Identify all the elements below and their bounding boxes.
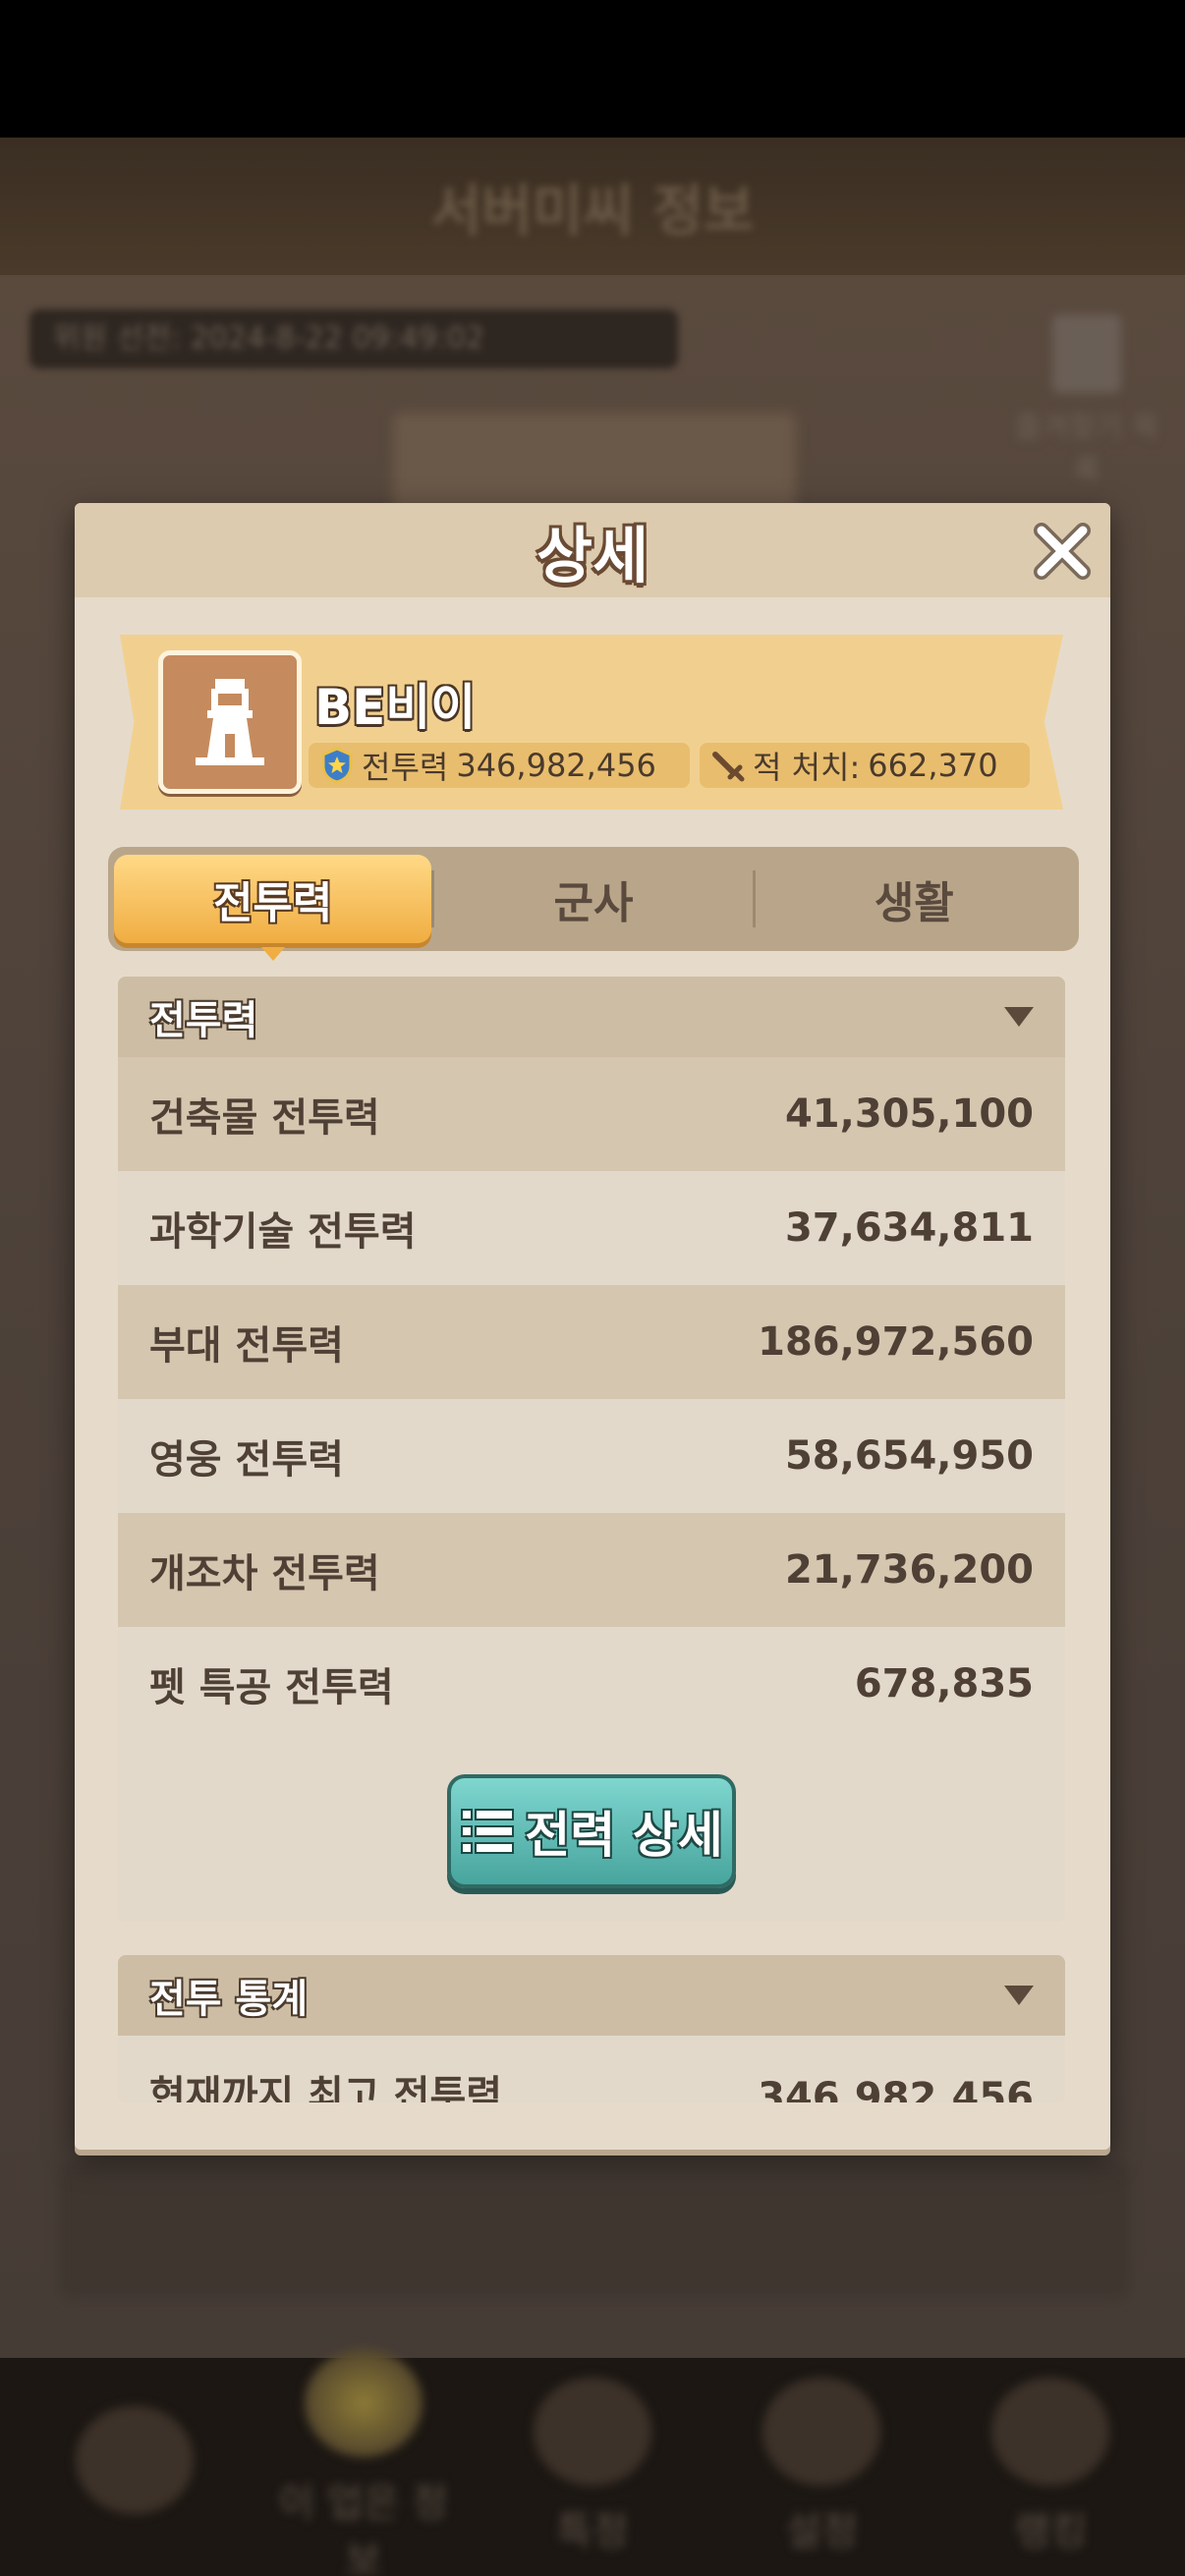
bottom-nav: 이 업은 정보 특정 설정 랭킹 bbox=[0, 2349, 1185, 2576]
kills-stat: 적 처치: 662,370 bbox=[700, 743, 1030, 788]
table-row: 과학기술 전투력 37,634,811 bbox=[118, 1171, 1065, 1285]
background-side-label: 즐겨찾기 목록 bbox=[1014, 411, 1159, 488]
caret-down-icon bbox=[1004, 1007, 1034, 1027]
battle-stats-title: 전투 통계 bbox=[149, 1977, 309, 2022]
power-section-header[interactable]: 전투력 bbox=[118, 977, 1065, 1057]
row-label: 과학기술 전투력 bbox=[149, 1209, 417, 1255]
table-row: 현재까지 최고 전투력 346,982,456 bbox=[118, 2036, 1065, 2102]
sword-icon bbox=[712, 752, 745, 782]
shield-icon bbox=[321, 747, 353, 784]
status-bar-area bbox=[0, 0, 1185, 138]
nav-item-back bbox=[36, 2406, 233, 2528]
row-label: 영웅 전투력 bbox=[149, 1437, 344, 1483]
row-label: 건축물 전투력 bbox=[149, 1095, 380, 1141]
avatar[interactable] bbox=[158, 650, 302, 794]
row-value: 58,654,950 bbox=[784, 1433, 1034, 1479]
power-stat: 전투력 346,982,456 bbox=[309, 743, 690, 788]
tab-military[interactable]: 군사 bbox=[434, 855, 752, 943]
detail-modal: 상세 BE비이 전투력 346,982,456 적 처치: 662,370 전투… bbox=[75, 503, 1110, 2150]
gear-icon bbox=[762, 2378, 881, 2486]
row-value: 21,736,200 bbox=[784, 1547, 1034, 1593]
tab-bar: 전투력 군사 생활 bbox=[108, 847, 1079, 961]
row-label: 부대 전투력 bbox=[149, 1323, 344, 1369]
row-value: 37,634,811 bbox=[784, 1205, 1034, 1251]
list-icon bbox=[461, 1809, 515, 1854]
player-name: BE비이 bbox=[314, 679, 477, 736]
background-lower-card bbox=[59, 2161, 1130, 2299]
modal-title: 상세 bbox=[536, 520, 649, 591]
row-value: 186,972,560 bbox=[758, 1319, 1034, 1365]
background-header-title: 서버미씨 정보 bbox=[430, 179, 755, 244]
kills-value: 662,370 bbox=[868, 747, 998, 784]
background-time-label: 위원 선전: 2024-8-22 09:49:02 bbox=[29, 309, 678, 368]
table-row: 건축물 전투력 41,305,100 bbox=[118, 1057, 1065, 1171]
info-icon bbox=[304, 2349, 423, 2457]
kills-label: 적 처치: bbox=[753, 749, 861, 786]
modal-body: BE비이 전투력 346,982,456 적 처치: 662,370 전투력 군… bbox=[75, 597, 1110, 2130]
close-icon bbox=[1034, 523, 1091, 580]
tab-life[interactable]: 생활 bbox=[756, 855, 1073, 943]
row-label: 개조차 전투력 bbox=[149, 1551, 380, 1596]
power-section-title: 전투력 bbox=[149, 998, 258, 1043]
ranking-icon bbox=[991, 2378, 1110, 2486]
detail-area: 전력 상세 bbox=[118, 1741, 1065, 1922]
caret-down-icon bbox=[1004, 1986, 1034, 2005]
row-value: 41,305,100 bbox=[784, 1092, 1034, 1137]
background-side-button: 즐겨찾기 목록 bbox=[1008, 314, 1165, 488]
battle-stats-section: 전투 통계 현재까지 최고 전투력 346,982,456 bbox=[118, 1955, 1065, 2102]
power-section: 전투력 건축물 전투력 41,305,100 과학기술 전투력 37,634,8… bbox=[118, 977, 1065, 1922]
modal-header: 상세 bbox=[75, 503, 1110, 597]
row-value: 678,835 bbox=[854, 1661, 1034, 1707]
power-value: 346,982,456 bbox=[456, 747, 656, 784]
table-row: 영웅 전투력 58,654,950 bbox=[118, 1399, 1065, 1513]
row-value: 346,982,456 bbox=[758, 2075, 1034, 2102]
nav-item-settings: 설정 bbox=[723, 2378, 920, 2556]
power-detail-button[interactable]: 전력 상세 bbox=[447, 1774, 736, 1888]
back-icon bbox=[75, 2406, 194, 2514]
bookmark-icon bbox=[1052, 314, 1121, 393]
row-label: 현재까지 최고 전투력 bbox=[149, 2073, 503, 2102]
power-label: 전투력 bbox=[362, 749, 449, 786]
table-row: 개조차 전투력 21,736,200 bbox=[118, 1513, 1065, 1627]
nav-item-info: 이 업은 정보 bbox=[265, 2349, 462, 2576]
background-header: 서버미씨 정보 bbox=[0, 138, 1185, 275]
bag-icon bbox=[533, 2378, 651, 2486]
power-detail-label: 전력 상세 bbox=[525, 1807, 723, 1864]
battle-stats-header[interactable]: 전투 통계 bbox=[118, 1955, 1065, 2036]
row-label: 펫 특공 전투력 bbox=[149, 1665, 394, 1710]
table-row: 부대 전투력 186,972,560 bbox=[118, 1285, 1065, 1399]
close-button[interactable] bbox=[1032, 521, 1093, 582]
nav-item-ranking: 랭킹 bbox=[952, 2378, 1149, 2556]
tab-power[interactable]: 전투력 bbox=[114, 855, 432, 961]
table-row: 펫 특공 전투력 678,835 bbox=[118, 1627, 1065, 1741]
lighthouse-icon bbox=[196, 679, 264, 765]
nav-item-special: 특정 bbox=[494, 2378, 691, 2556]
